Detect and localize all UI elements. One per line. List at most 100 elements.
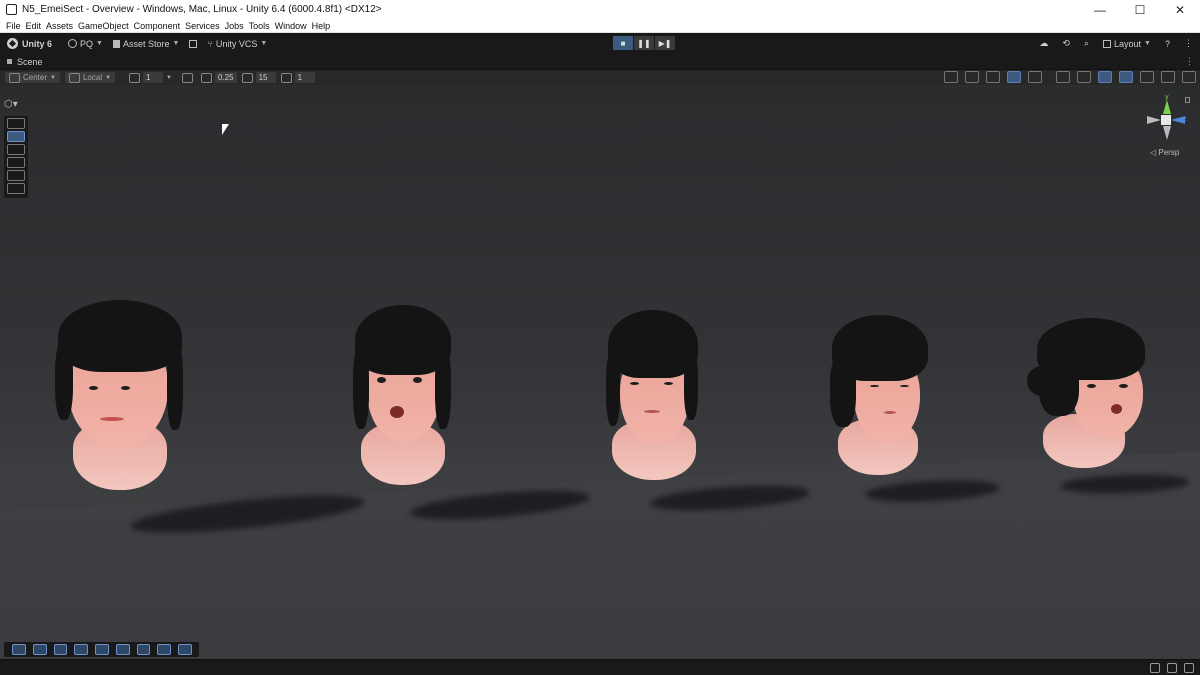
unity-menu-button[interactable]: Unity 6 <box>4 36 55 52</box>
scene-viewport[interactable] <box>0 85 1200 659</box>
asset-store-dropdown[interactable]: Asset Store ▼ <box>110 36 182 52</box>
hand-tool-icon[interactable] <box>7 118 25 129</box>
grid-snap-control[interactable]: 1 ▼ <box>129 72 172 84</box>
history-button[interactable]: ⟲ <box>1059 36 1073 52</box>
axis-x-arrow[interactable] <box>1147 116 1161 124</box>
hair-side <box>1039 354 1079 416</box>
tab-menu-icon[interactable]: ⋮ <box>1185 56 1194 67</box>
hair-side <box>55 340 73 420</box>
crosshair-overlay-icon[interactable] <box>157 644 172 655</box>
hidden-objects-icon[interactable] <box>1119 71 1133 83</box>
hair-side <box>167 340 183 430</box>
lighting-overlay-icon[interactable] <box>53 644 68 655</box>
hair <box>58 300 182 372</box>
pivot-rotation-dropdown[interactable]: Local ▼ <box>64 72 116 84</box>
snap-move-control[interactable]: 0.25 <box>201 72 237 84</box>
snap-scale-control[interactable]: 1 <box>280 72 315 84</box>
step-button[interactable]: ▶❚ <box>655 36 675 50</box>
lit-shading-icon[interactable] <box>1007 71 1021 83</box>
snap-move-value[interactable]: 0.25 <box>215 72 237 83</box>
unity-logo-icon <box>7 38 18 49</box>
tools-overlay-icon[interactable] <box>32 644 47 655</box>
layout-icon <box>1103 39 1112 48</box>
transform-tool-icon[interactable] <box>7 183 25 194</box>
stop-button[interactable]: ■ <box>613 36 633 50</box>
help-button[interactable]: ? <box>1162 36 1173 52</box>
maximize-button[interactable]: ☐ <box>1120 0 1160 19</box>
more-button[interactable]: ⋮ <box>1181 36 1196 52</box>
check-icon[interactable] <box>1184 663 1194 673</box>
vcs-dropdown[interactable]: ⑂ Unity VCS ▼ <box>204 36 270 52</box>
scene-icon <box>7 59 12 64</box>
eye <box>664 382 673 385</box>
move-overlay-icon[interactable] <box>12 644 26 655</box>
grid-size-value[interactable]: 1 <box>143 72 164 83</box>
minimize-button[interactable]: — <box>1080 0 1120 19</box>
lock-icon[interactable] <box>1185 97 1190 103</box>
vcs-label: Unity VCS <box>215 38 258 49</box>
character-head-4[interactable] <box>830 315 930 475</box>
menu-tools[interactable]: Tools <box>249 21 270 31</box>
gizmos-icon[interactable] <box>1182 71 1196 83</box>
progress-icon[interactable] <box>1167 663 1177 673</box>
menu-jobs[interactable]: Jobs <box>225 21 244 31</box>
chevron-down-icon: ▼ <box>96 40 103 47</box>
orientation-cube-icon[interactable]: ⬡▾ <box>4 99 18 110</box>
search-button[interactable]: ⌕ <box>1081 36 1092 52</box>
layout-dropdown[interactable]: Layout ▼ <box>1100 36 1154 52</box>
menu-gameobject[interactable]: GameObject <box>78 21 129 31</box>
axis-y-arrow[interactable] <box>1163 100 1171 114</box>
projection-label[interactable]: ◁ Persp <box>1150 148 1179 157</box>
wireframe-icon[interactable] <box>944 71 958 83</box>
bug-icon[interactable] <box>1150 663 1160 673</box>
sphere-overlay-icon[interactable] <box>95 644 109 655</box>
rotate-tool-icon[interactable] <box>7 144 25 155</box>
rect-tool-icon[interactable] <box>7 170 25 181</box>
camera-overlay-icon[interactable] <box>178 644 193 655</box>
orientation-gizmo[interactable]: y z <box>1146 94 1187 142</box>
menu-edit[interactable]: Edit <box>26 21 42 31</box>
draw-mode-icon[interactable] <box>1140 71 1154 83</box>
character-head-1[interactable] <box>55 300 185 490</box>
menu-services[interactable]: Services <box>185 21 220 31</box>
lighting-toggle-icon[interactable] <box>1028 71 1042 83</box>
pause-button[interactable]: ❚❚ <box>634 36 654 50</box>
layers-overlay-icon[interactable] <box>115 644 130 655</box>
pivot-mode-dropdown[interactable]: Center ▼ <box>5 72 60 84</box>
character-head-5[interactable] <box>1025 318 1147 468</box>
search-overlay-icon[interactable] <box>136 644 151 655</box>
overlay-toolbar <box>4 642 199 657</box>
shaded-icon[interactable] <box>986 71 1000 83</box>
audio-toggle-icon[interactable] <box>1056 71 1070 83</box>
scale-tool-icon[interactable] <box>7 157 25 168</box>
shaded-wire-icon[interactable] <box>965 71 979 83</box>
gizmo-center-cube[interactable] <box>1161 115 1171 125</box>
image-overlay-icon[interactable] <box>74 644 89 655</box>
eye <box>121 386 130 390</box>
unity-menu-label: Unity 6 <box>22 38 53 49</box>
snap-rotate-control[interactable]: 15 <box>241 72 276 84</box>
scene-visibility-icon[interactable] <box>1098 71 1112 83</box>
tab-scene[interactable]: Scene <box>0 57 43 67</box>
effects-icon[interactable] <box>1077 71 1091 83</box>
menu-file[interactable]: File <box>6 21 21 31</box>
grid-visibility-button[interactable] <box>182 72 196 84</box>
package-button[interactable] <box>186 36 200 52</box>
cloud-button[interactable]: ☁ <box>1036 36 1051 52</box>
axis-down-arrow[interactable] <box>1163 126 1171 140</box>
character-head-2[interactable] <box>353 305 451 485</box>
local-icon <box>68 72 80 83</box>
shopping-bag-icon <box>112 39 120 48</box>
character-head-3[interactable] <box>606 310 698 480</box>
menu-component[interactable]: Component <box>134 21 181 31</box>
camera-settings-icon[interactable] <box>1161 71 1175 83</box>
menu-window[interactable]: Window <box>275 21 307 31</box>
mouth <box>644 410 660 413</box>
account-dropdown[interactable]: PQ ▼ <box>65 36 106 52</box>
close-button[interactable]: ✕ <box>1160 0 1200 19</box>
move-tool-icon[interactable] <box>7 131 25 142</box>
snap-scale-value[interactable]: 1 <box>294 72 315 83</box>
menu-help[interactable]: Help <box>312 21 331 31</box>
snap-rotate-value[interactable]: 15 <box>255 72 276 83</box>
menu-assets[interactable]: Assets <box>46 21 73 31</box>
